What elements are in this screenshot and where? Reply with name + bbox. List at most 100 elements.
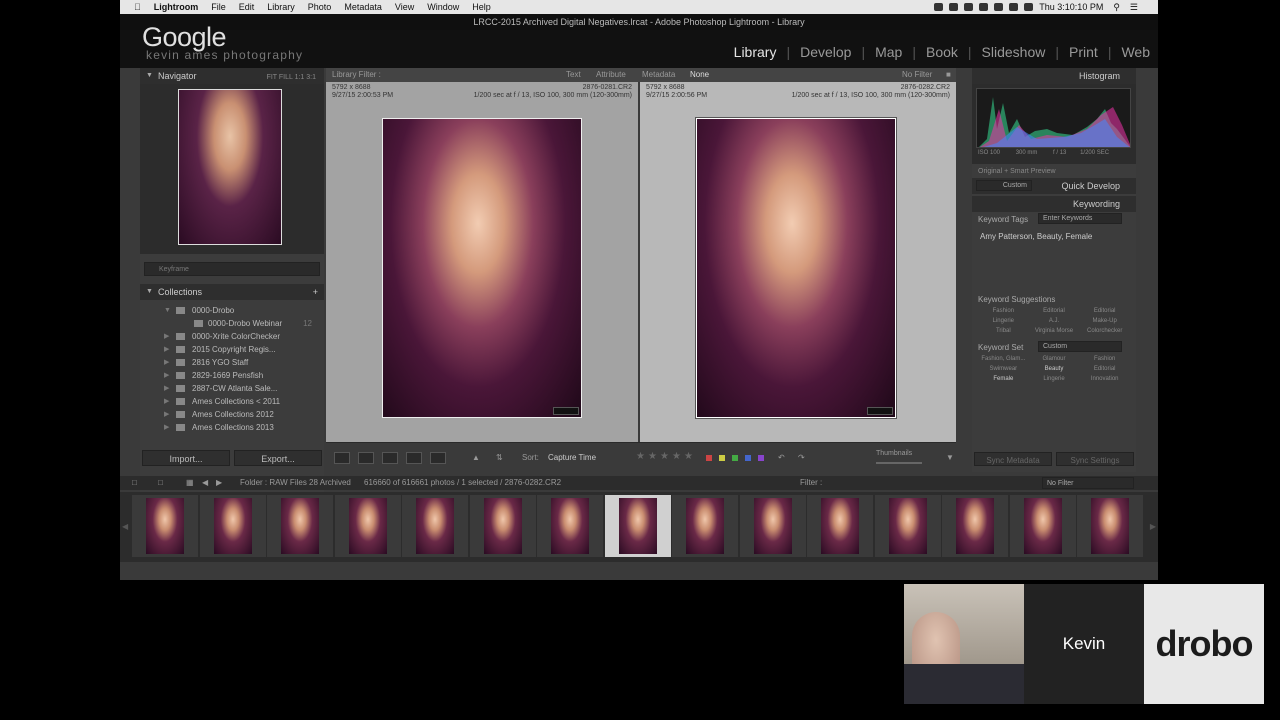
folder-source[interactable]: Folder : RAW Files 28 Archived	[240, 476, 351, 490]
grid-icon[interactable]: ▦	[186, 476, 194, 490]
collection-item[interactable]: ▶ 2887-CW Atlanta Sale...	[140, 382, 324, 395]
volume-icon[interactable]	[1024, 3, 1034, 11]
app-menu[interactable]: Lightroom	[154, 2, 199, 12]
saved-preset-dropdown[interactable]: Custom	[976, 180, 1032, 191]
collection-item[interactable]: ▶ 2015 Copyright Regis...	[140, 343, 324, 356]
painter-icon[interactable]: ▲	[472, 451, 480, 465]
filter-none[interactable]: None	[690, 68, 709, 82]
filter-attribute[interactable]: Attribute	[596, 68, 626, 82]
filmstrip-thumbnail[interactable]	[469, 495, 536, 557]
module-develop[interactable]: Develop	[800, 44, 851, 60]
menu-metadata[interactable]: Metadata	[344, 2, 382, 12]
collection-item[interactable]: ▶ 0000-Xrite ColorChecker	[140, 330, 324, 343]
module-print[interactable]: Print	[1069, 44, 1098, 60]
navigator-preview[interactable]	[140, 84, 324, 254]
disclosure-icon[interactable]: ▶	[164, 408, 169, 421]
tray-icon[interactable]	[949, 3, 959, 11]
disclosure-icon[interactable]: ▶	[164, 421, 169, 434]
lock-icon[interactable]: ■	[946, 68, 951, 82]
people-view-icon[interactable]	[430, 452, 446, 464]
back-arrow-icon[interactable]: ◀	[202, 476, 208, 490]
disclosure-icon[interactable]: ▶	[164, 369, 169, 382]
keyword-chip[interactable]: Female	[978, 376, 1029, 382]
filmstrip-thumbnail[interactable]	[1077, 495, 1143, 557]
module-slideshow[interactable]: Slideshow	[982, 44, 1046, 60]
collection-item[interactable]: ▶ Ames Collections 2012	[140, 408, 324, 421]
sort-direction-icon[interactable]: ⇅	[496, 451, 503, 465]
keyword-chip[interactable]: Colorchecker	[1079, 328, 1130, 334]
filmstrip-thumbnail[interactable]	[807, 495, 873, 557]
module-web[interactable]: Web	[1121, 44, 1150, 60]
disclosure-icon[interactable]: ▶	[164, 356, 169, 369]
rating-star-icon[interactable]: ★	[636, 451, 645, 462]
disclosure-icon[interactable]: ▶	[164, 330, 169, 343]
loupe-view-icon[interactable]	[358, 452, 374, 464]
navigator-thumbnail[interactable]	[178, 89, 282, 245]
collection-item[interactable]: ▶ 2829-1669 Pensfish	[140, 369, 324, 382]
keyword-chip[interactable]: A.J.	[1029, 318, 1080, 324]
search-icon[interactable]: ⚲	[1113, 2, 1120, 13]
filmstrip-filter-dropdown[interactable]: No Filter	[1042, 477, 1134, 489]
filmstrip-thumbnail[interactable]	[604, 495, 671, 557]
keyword-chip[interactable]: Make-Up	[1079, 318, 1130, 324]
filter-text[interactable]: Text	[566, 68, 581, 82]
keyword-set-dropdown[interactable]: Custom	[1038, 341, 1122, 352]
candidate-photo[interactable]	[696, 118, 896, 418]
menu-window[interactable]: Window	[427, 2, 459, 12]
collections-header[interactable]: ▼ Collections +	[140, 284, 324, 300]
disclosure-icon[interactable]: ▼	[164, 304, 171, 317]
keyword-chip[interactable]: Glamour	[1029, 356, 1080, 362]
rating-star-icon[interactable]: ★	[660, 451, 669, 462]
monitor-2-icon[interactable]: □	[158, 476, 163, 490]
filmstrip-thumbnail[interactable]	[267, 495, 333, 557]
navigator-header[interactable]: ▼ Navigator FIT FILL 1:1 3:1	[140, 68, 324, 84]
list-icon[interactable]: ☰	[1130, 2, 1138, 13]
filmstrip-thumbnail[interactable]	[874, 495, 941, 557]
apple-icon[interactable]: 	[134, 2, 141, 12]
tray-icon[interactable]	[964, 3, 974, 11]
filmstrip-thumbnail[interactable]	[672, 495, 738, 557]
rotate-right-icon[interactable]: ↷	[798, 451, 805, 465]
filmstrip-thumbnail[interactable]	[334, 495, 401, 557]
compare-candidate[interactable]: 5792 x 8688 9/27/15 2:00:56 PM 2876-0282…	[640, 82, 956, 442]
monitor-1-icon[interactable]: □	[132, 476, 137, 490]
collection-item[interactable]: ▶ 2816 YGO Staff	[140, 356, 324, 369]
filmstrip-thumbnail[interactable]	[1009, 495, 1076, 557]
filmstrip-thumbnail[interactable]	[402, 495, 468, 557]
disclosure-icon[interactable]: ▶	[164, 395, 169, 408]
filmstrip-thumbnail[interactable]	[132, 495, 198, 557]
rating-star-icon[interactable]: ★	[684, 451, 693, 462]
export-button[interactable]: Export...	[234, 450, 322, 466]
disclosure-icon[interactable]: ▶	[164, 382, 169, 395]
filmstrip-right-icon[interactable]: ▶	[1150, 522, 1156, 531]
module-library[interactable]: Library	[734, 44, 777, 60]
tray-icon[interactable]	[994, 3, 1004, 11]
toolbar-options-icon[interactable]: ▼	[946, 451, 954, 465]
keyword-tags-text[interactable]: Amy Patterson, Beauty, Female	[978, 228, 1130, 290]
tray-icon[interactable]	[979, 3, 989, 11]
collection-item[interactable]: ▶ Ames Collections 2013	[140, 421, 324, 434]
histogram-header[interactable]: Histogram	[972, 68, 1136, 84]
keyword-chip[interactable]: Editorial	[1079, 308, 1130, 314]
color-label-purple[interactable]	[758, 455, 764, 461]
keyword-chip[interactable]: Virginia Morse	[1029, 328, 1080, 334]
compare-select[interactable]: 5792 x 8688 9/27/15 2:00:53 PM 2876-0281…	[326, 82, 638, 442]
filmstrip-thumbnail[interactable]	[199, 495, 266, 557]
filmstrip-thumbnail[interactable]	[537, 495, 603, 557]
menu-view[interactable]: View	[395, 2, 414, 12]
keyword-chip[interactable]: Lingerie	[1029, 376, 1080, 382]
quick-develop-header[interactable]: Custom Quick Develop	[972, 178, 1136, 194]
sort-dropdown[interactable]: Capture Time	[548, 451, 596, 465]
keyword-chip[interactable]: Beauty	[1029, 366, 1080, 372]
wifi-icon[interactable]	[1009, 3, 1019, 11]
rating-star-icon[interactable]: ★	[648, 451, 657, 462]
collection-item[interactable]: ▶ Ames Collections < 2011	[140, 395, 324, 408]
keyword-chip[interactable]: Lingerie	[978, 318, 1029, 324]
sync-settings-button[interactable]: Sync Settings	[1056, 452, 1134, 466]
menu-photo[interactable]: Photo	[308, 2, 332, 12]
keyword-chip[interactable]: Editorial	[1079, 366, 1130, 372]
rotate-left-icon[interactable]: ↶	[778, 451, 785, 465]
rating-star-icon[interactable]: ★	[672, 451, 681, 462]
disclosure-icon[interactable]: ▶	[164, 343, 169, 356]
keyword-chip[interactable]: Editorial	[1029, 308, 1080, 314]
